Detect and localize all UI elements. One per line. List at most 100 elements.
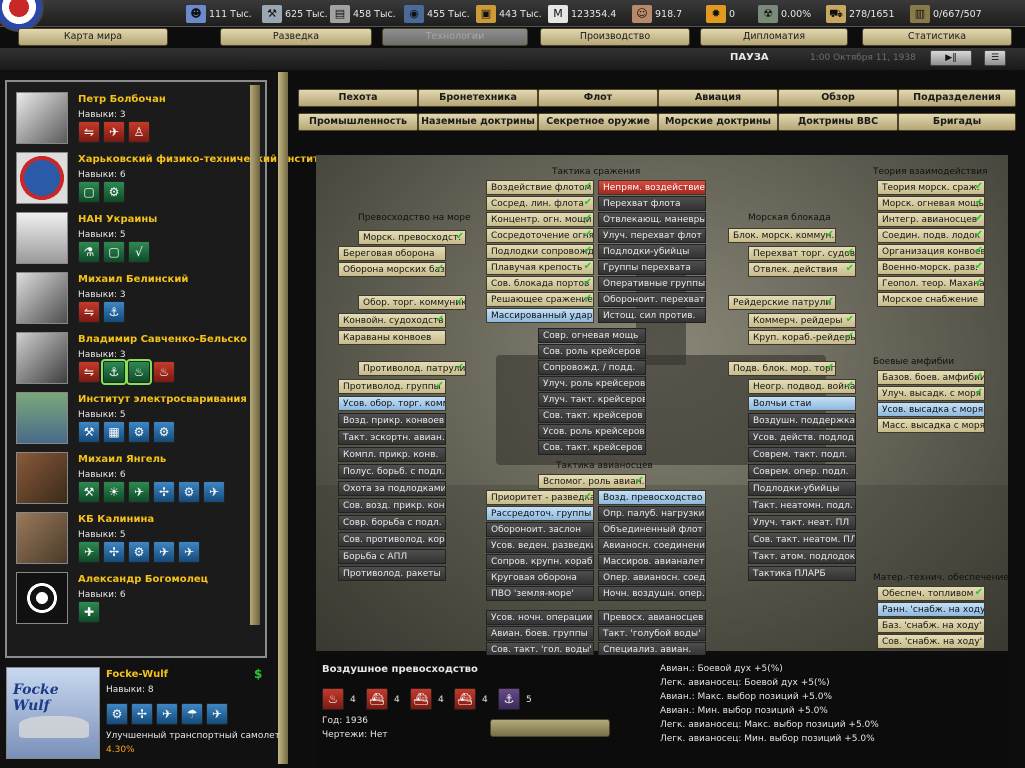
tech-item[interactable]: Подлодки-убийцы	[748, 481, 856, 496]
tech-item[interactable]: Береговая оборона	[338, 246, 446, 261]
category-tab-3[interactable]: Флот	[538, 89, 658, 107]
tech-item[interactable]: Непрям. воздействие	[598, 180, 706, 195]
tech-item[interactable]: Воздействие флотом	[486, 180, 594, 195]
tech-item[interactable]: Противолод. ракеты	[338, 566, 446, 581]
menu-button[interactable]: ☰	[984, 50, 1006, 66]
category-tab-9[interactable]: Секретное оружие	[538, 113, 658, 131]
tech-item[interactable]: Усов. обор. торг. комм.	[338, 396, 446, 411]
tech-item[interactable]: Коммерч. рейдеры	[748, 313, 856, 328]
orgs-scrollbar[interactable]	[250, 85, 260, 625]
tech-item[interactable]: Подлодки сопровожд.	[486, 244, 594, 259]
tab-6[interactable]: Статистика	[862, 28, 1012, 46]
tech-item[interactable]: Обеспеч. топливом	[877, 586, 985, 601]
tech-item[interactable]: Ранн. 'снабж. на ходу'	[877, 602, 985, 617]
tech-item[interactable]: Караваны конвоев	[338, 330, 446, 345]
tech-item[interactable]: Улуч. такт. неат. ПЛ	[748, 515, 856, 530]
resource-nuclear[interactable]: ☢ 0.00%	[758, 3, 811, 25]
tech-item[interactable]: Плавучая крепость	[486, 260, 594, 275]
assigned-org[interactable]: Focke Wulf Focke-Wulf $ Навыки: 8 ⚙ ✢ ✈ …	[4, 663, 280, 763]
tab-2[interactable]: Разведка	[220, 28, 372, 46]
tech-item[interactable]: Круп. кораб.-рейдеры	[748, 330, 856, 345]
category-tab-10[interactable]: Морские доктрины	[658, 113, 778, 131]
tech-item[interactable]: Интегр. авианосцев	[877, 212, 985, 227]
resource-industry[interactable]: ⚒ 625 Тыс.	[262, 3, 328, 25]
tech-item[interactable]: Волчьи стаи	[748, 396, 856, 411]
tech-item[interactable]: Массиров. авианалет	[598, 554, 706, 569]
tech-item[interactable]: Усов. высадка с моря	[877, 402, 985, 417]
category-tab-11[interactable]: Доктрины ВВС	[778, 113, 898, 131]
research-button[interactable]	[490, 719, 610, 737]
research-org[interactable]: Владимир Савченко-Бельско Навыки: 3 ⇋ ⚓ ♨ ♨	[16, 332, 256, 392]
tech-item[interactable]: Морское снабжение	[877, 292, 985, 307]
tech-item[interactable]: Неогр. подвод. война	[748, 379, 856, 394]
tech-item[interactable]: Сов. такт. крейсеров	[538, 440, 646, 455]
tech-item[interactable]: Морск. огневая мощь	[877, 196, 985, 211]
tab-3[interactable]: Технологии	[382, 28, 528, 46]
tech-item[interactable]: Такт. атом. подлодок	[748, 549, 856, 564]
research-org[interactable]: Харьковский физико-технический инстит Нав…	[16, 152, 319, 212]
tech-item[interactable]: Воздушн. поддержка	[748, 413, 856, 428]
category-tab-2[interactable]: Бронетехника	[418, 89, 538, 107]
tech-item[interactable]: Обороноит. перехват	[598, 292, 706, 307]
tech-item[interactable]: Конвойн. судоходств	[338, 313, 446, 328]
tech-item[interactable]: Базов. боев. амфибии	[877, 370, 985, 385]
tech-item[interactable]: Отвлекающ. маневры	[598, 212, 706, 227]
tech-item[interactable]: Совр. огневая мощь	[538, 328, 646, 343]
resource-supplies[interactable]: ▣ 443 Тыс.	[476, 3, 542, 25]
tech-item[interactable]: Сов. блокада портов	[486, 276, 594, 291]
tech-item[interactable]: Сов. 'снабж. на ходу'	[877, 634, 985, 649]
tech-item[interactable]: Улуч. перехват флот	[598, 228, 706, 243]
category-tab-7[interactable]: Промышленность	[298, 113, 418, 131]
resource-money[interactable]: M 123354.4	[548, 3, 616, 25]
tech-item[interactable]: Борьба с АПЛ	[338, 549, 446, 564]
category-tab-12[interactable]: Бригады	[898, 113, 1016, 131]
tech-item[interactable]: Ночн. воздушн. опер.	[598, 586, 706, 601]
tech-item[interactable]: Подв. блок. мор. торг.	[728, 361, 836, 376]
tech-item[interactable]: Сов. роль крейсеров	[538, 344, 646, 359]
category-tab-1[interactable]: Пехота	[298, 89, 418, 107]
research-org[interactable]: НАН Украины Навыки: 5 ⚗ ▢ √	[16, 212, 256, 272]
tech-item[interactable]: Превосх. авианосцев	[598, 610, 706, 625]
tech-item[interactable]: Массированный удар	[486, 308, 594, 323]
tech-item[interactable]: Соврем. опер. подл.	[748, 464, 856, 479]
tech-item[interactable]: Полуc. борьб. с подл.	[338, 464, 446, 479]
tech-item[interactable]: Истощ. сил против.	[598, 308, 706, 323]
tech-item[interactable]: Возд. прикр. конвоев	[338, 413, 446, 428]
tech-item[interactable]: Усов. роль крейсеров	[538, 424, 646, 439]
tech-item[interactable]: Подлодки-убийцы	[598, 244, 706, 259]
tech-item[interactable]: Приоритет - разведка	[486, 490, 594, 505]
panel-scrollbar[interactable]	[278, 72, 288, 764]
resource-manpower[interactable]: ☻ 111 Тыс.	[186, 3, 252, 25]
tech-item[interactable]: Совр. борьба с подл.	[338, 515, 446, 530]
tech-item[interactable]: Концентр. огн. мощи	[486, 212, 594, 227]
tech-item[interactable]: ПВО 'земля-море'	[486, 586, 594, 601]
tech-item[interactable]: Улуч. высадк. с моря	[877, 386, 985, 401]
tech-item[interactable]: Сопров. крупн. кораб.	[486, 554, 594, 569]
tab-5[interactable]: Дипломатия	[700, 28, 848, 46]
category-tab-5[interactable]: Обзор	[778, 89, 898, 107]
tech-item[interactable]: Авиан. боев. группы	[486, 626, 594, 641]
research-org[interactable]: КБ Калинина Навыки: 5 ✈ ✢ ⚙ ✈ ✈	[16, 512, 256, 572]
tech-item[interactable]: Противолод. патрули	[358, 361, 466, 376]
tech-item[interactable]: Компл. прикр. конв.	[338, 447, 446, 462]
tech-item[interactable]: Решающее сражение	[486, 292, 594, 307]
tech-item[interactable]: Круговая оборона	[486, 570, 594, 585]
tech-item[interactable]: Тактика ПЛАРБ	[748, 566, 856, 581]
tech-item[interactable]: Оперативные группы	[598, 276, 706, 291]
tech-item[interactable]: Такт. неатомн. подл.	[748, 498, 856, 513]
tech-item[interactable]: Обор. торг. коммуник.	[358, 295, 466, 310]
tab-1[interactable]: Карта мира	[18, 28, 168, 46]
tech-item[interactable]: Геопол. теор. Махана	[877, 276, 985, 291]
resource-metal[interactable]: ▤ 458 Тыс.	[330, 3, 396, 25]
tech-item[interactable]: Такт. 'голубой воды'	[598, 626, 706, 641]
play-pause-button[interactable]: ▶‖	[930, 50, 972, 66]
tech-item[interactable]: Соврем. такт. подл.	[748, 447, 856, 462]
research-org[interactable]: Институт электросваривания Навыки: 5 ⚒ ▦ ⚙ ⚙	[16, 392, 256, 452]
tech-item[interactable]: Морск. превосходст.	[358, 230, 466, 245]
tech-item[interactable]: Сов. возд. прикр. конв.	[338, 498, 446, 513]
tech-item[interactable]: Группы перехвата	[598, 260, 706, 275]
resource-transport[interactable]: ⛟ 278/1651	[826, 3, 895, 25]
tech-item[interactable]: Усов. действ. подлод	[748, 430, 856, 445]
tech-item[interactable]: Противолод. группы	[338, 379, 446, 394]
tech-item[interactable]: Перехват флота	[598, 196, 706, 211]
